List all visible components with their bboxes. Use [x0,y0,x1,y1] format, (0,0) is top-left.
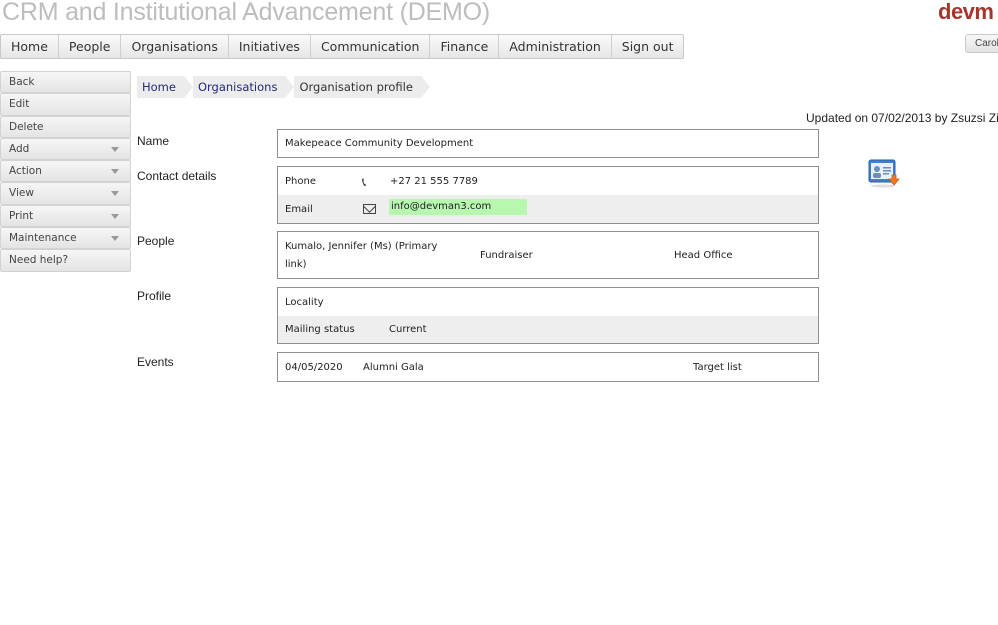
nav-home[interactable]: Home [1,35,59,58]
events-label: Events [137,355,174,369]
mailing-status-row: Mailing status Current [278,316,818,343]
nav-organisations[interactable]: Organisations [121,35,229,58]
user-menu-button[interactable]: Carol [965,34,998,53]
person-location: Head Office [674,250,733,261]
side-delete-button[interactable]: Delete [0,115,131,138]
side-item-label: Back [9,76,35,88]
breadcrumb-home[interactable]: Home [137,76,193,98]
phone-label: Phone [285,176,316,187]
locality-label: Locality [285,297,324,308]
contact-details-box: Phone 📞︎ +27 21 555 7789 Email info@devm… [277,166,819,224]
nav-communication[interactable]: Communication [311,35,431,58]
side-item-label: Action [9,165,42,178]
side-item-label: Delete [9,120,44,133]
chevron-down-icon [111,236,119,242]
people-row[interactable]: Kumalo, Jennifer (Ms) (Primary link) Fun… [278,232,818,278]
contact-details-label: Contact details [137,169,217,183]
email-row: Email info@devman3.com [278,195,818,223]
updated-info: Updated on 07/02/2013 by Zsuzsi Zih [806,111,998,125]
nav-finance[interactable]: Finance [430,35,500,58]
phone-row: Phone 📞︎ +27 21 555 7789 [278,167,818,195]
side-item-label: View [9,187,34,200]
chevron-down-icon [111,146,119,152]
side-maintenance-menu[interactable]: Maintenance [0,227,131,250]
chevron-down-icon [111,213,119,219]
event-date: 04/05/2020 [285,362,343,373]
app-title: CRM and Institutional Advancement (DEMO) [2,0,491,26]
side-item-label: Print [9,209,34,222]
person-name-cont[interactable]: link) [285,259,307,270]
side-print-menu[interactable]: Print [0,204,131,228]
top-navigation: Home People Organisations Initiatives Co… [0,34,685,59]
person-role: Fundraiser [480,250,533,261]
people-box: Kumalo, Jennifer (Ms) (Primary link) Fun… [277,231,819,279]
side-item-label: Maintenance [9,232,77,245]
mailing-status-value: Current [389,324,427,335]
profile-box: Locality Mailing status Current [277,287,819,344]
contact-card-export-icon[interactable] [868,158,902,188]
event-list: Target list [693,362,742,373]
side-item-label: Need help? [9,254,69,267]
side-view-menu[interactable]: View [0,182,131,205]
phone-value[interactable]: +27 21 555 7789 [390,176,478,187]
events-box: 04/05/2020 Alumni Gala Target list [277,352,819,382]
side-item-label: Edit [9,98,30,111]
email-value[interactable]: info@devman3.com [389,199,528,215]
nav-initiatives[interactable]: Initiatives [229,35,311,58]
name-label: Name [137,134,170,148]
nav-people[interactable]: People [59,35,122,58]
name-box: Makepeace Community Development [277,129,819,158]
envelope-icon [363,204,376,214]
side-help-button[interactable]: Need help? [0,249,131,272]
chevron-down-icon [111,191,119,197]
side-menu: Back Edit Delete Add Action View Print M… [0,71,131,272]
breadcrumb-current: Organisation profile [294,76,431,98]
nav-sign-out[interactable]: Sign out [612,35,684,58]
chevron-down-icon [111,169,119,175]
nav-administration[interactable]: Administration [499,35,612,58]
email-label: Email [285,204,313,215]
person-name[interactable]: Kumalo, Jennifer (Ms) (Primary [285,241,437,252]
event-row[interactable]: 04/05/2020 Alumni Gala Target list [278,353,818,381]
event-name[interactable]: Alumni Gala [363,362,424,373]
side-add-menu[interactable]: Add [0,137,131,161]
locality-row: Locality [278,288,818,316]
side-edit-button[interactable]: Edit [0,93,131,116]
breadcrumb: Home Organisations Organisation profile [137,76,431,98]
side-back-button[interactable]: Back [0,71,131,94]
brand-logo: devm [938,0,994,24]
phone-icon: 📞︎ [362,175,367,189]
people-label: People [137,234,175,248]
organisation-name: Makepeace Community Development [285,138,474,149]
breadcrumb-organisations[interactable]: Organisations [192,76,295,98]
side-action-menu[interactable]: Action [0,160,131,183]
profile-label: Profile [137,289,172,303]
mailing-status-label: Mailing status [285,324,355,335]
side-item-label: Add [9,142,30,155]
